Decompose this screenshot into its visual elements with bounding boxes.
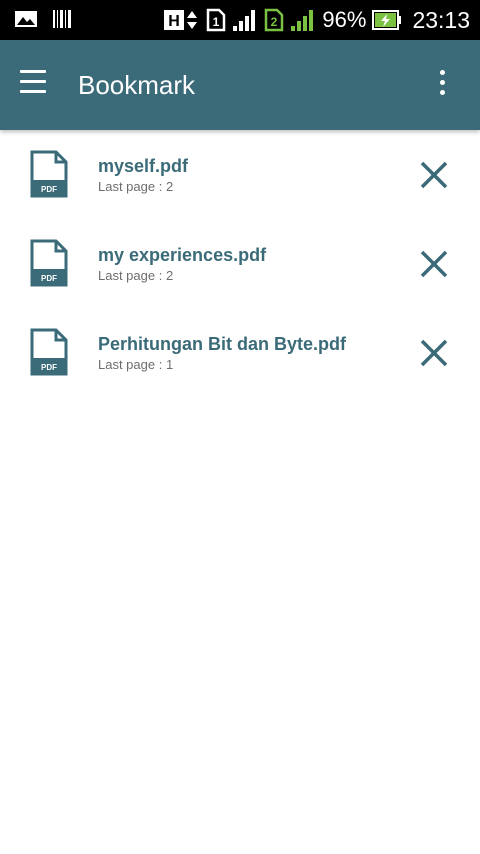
menu-button[interactable] — [20, 70, 56, 100]
sim2-label: 2 — [271, 15, 278, 29]
battery-percent: 96% — [322, 7, 367, 32]
network-type-text: H — [169, 13, 181, 30]
close-icon[interactable] — [418, 248, 450, 280]
status-bar: H 1 2 96% 23:13 — [0, 0, 480, 40]
data-hspa-icon: H — [164, 10, 198, 30]
notification-icons — [14, 9, 72, 29]
close-icon[interactable] — [418, 159, 450, 191]
page-title: Bookmark — [78, 70, 196, 100]
clock: 23:13 — [412, 7, 470, 33]
more-vert-icon — [430, 70, 454, 95]
bookmark-last-page: Last page : 1 — [98, 357, 174, 372]
pdf-label: PDF — [41, 185, 57, 194]
battery-charging-icon — [372, 10, 402, 30]
hamburger-menu-icon — [20, 70, 56, 93]
sim1-label: 1 — [213, 15, 220, 29]
bookmark-list: PDF myself.pdf Last page : 2 PDF my expe… — [0, 130, 480, 397]
app-bar: Bookmark — [0, 40, 480, 130]
pdf-label: PDF — [41, 274, 57, 283]
close-icon[interactable] — [418, 337, 450, 369]
bookmark-item[interactable]: PDF Perhitungan Bit dan Byte.pdf Last pa… — [0, 308, 480, 397]
bookmark-last-page: Last page : 2 — [98, 179, 174, 194]
sim1-icon: 1 — [207, 8, 226, 32]
bookmark-file-name: Perhitungan Bit dan Byte.pdf — [98, 334, 347, 354]
overflow-menu-button[interactable] — [430, 70, 454, 102]
system-indicators: H 1 2 96% 23:13 — [164, 6, 470, 34]
sim2-icon: 2 — [265, 8, 284, 32]
barcode-icon — [53, 10, 71, 28]
signal-sim1-icon — [233, 10, 256, 31]
bookmark-item[interactable]: PDF myself.pdf Last page : 2 — [0, 130, 480, 219]
pdf-file-icon: PDF — [30, 239, 68, 287]
pdf-label: PDF — [41, 363, 57, 372]
bookmark-item[interactable]: PDF my experiences.pdf Last page : 2 — [0, 219, 480, 308]
bookmark-file-name: my experiences.pdf — [98, 245, 267, 265]
signal-sim2-icon — [291, 10, 314, 31]
gallery-icon — [15, 11, 37, 27]
bookmark-last-page: Last page : 2 — [98, 268, 174, 283]
pdf-file-icon: PDF — [30, 150, 68, 198]
pdf-file-icon: PDF — [30, 328, 68, 376]
bookmark-file-name: myself.pdf — [98, 156, 189, 176]
